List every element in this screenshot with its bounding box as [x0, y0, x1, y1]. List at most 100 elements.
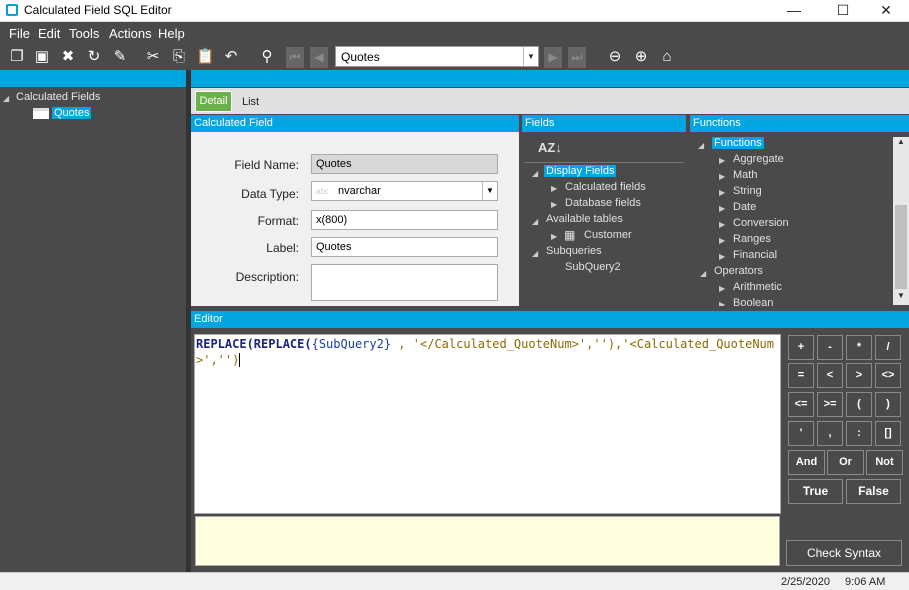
key-close-paren[interactable]: ) [875, 392, 901, 417]
key-less-equal[interactable]: <= [788, 392, 814, 417]
last-record-icon[interactable]: ⏭ [568, 47, 586, 68]
key-open-paren[interactable]: ( [846, 392, 872, 417]
collapse-arrow-icon[interactable]: ▶ [719, 204, 725, 213]
tree-operators[interactable]: Operators [714, 265, 763, 277]
key-brackets[interactable]: [] [875, 421, 901, 446]
menu-file[interactable]: File [9, 26, 30, 41]
clear-icon[interactable]: ✎ [111, 48, 129, 66]
collapse-arrow-icon[interactable]: ▶ [719, 236, 725, 245]
delete-icon[interactable]: ✖ [59, 48, 77, 66]
key-colon[interactable]: : [846, 421, 872, 446]
tree-item-quotes[interactable]: Quotes [52, 107, 92, 119]
tree-math[interactable]: Math [733, 169, 757, 181]
scroll-down-icon[interactable]: ▼ [897, 291, 905, 300]
forward-icon[interactable]: ⊕ [632, 48, 650, 66]
menu-help[interactable]: Help [158, 26, 185, 41]
tree-date[interactable]: Date [733, 201, 756, 213]
tree-financial[interactable]: Financial [733, 249, 777, 261]
paste-icon[interactable]: 📋 [196, 48, 215, 66]
back-icon[interactable]: ⊖ [606, 48, 624, 66]
collapse-arrow-icon[interactable]: ▶ [719, 172, 725, 181]
tree-conversion[interactable]: Conversion [733, 217, 789, 229]
collapse-arrow-icon[interactable]: ▶ [719, 300, 725, 306]
tree-customer[interactable]: Customer [584, 229, 632, 241]
key-plus[interactable]: + [788, 335, 814, 360]
expand-arrow-icon[interactable]: ◢ [532, 169, 538, 178]
key-not-equal[interactable]: <> [875, 363, 901, 388]
collapse-arrow-icon[interactable]: ▶ [551, 232, 557, 241]
expand-arrow-icon[interactable]: ◢ [532, 217, 538, 226]
tab-detail[interactable]: Detail [195, 91, 232, 112]
collapse-arrow-icon[interactable]: ▶ [551, 184, 557, 193]
find-icon[interactable]: ⚲ [258, 48, 276, 66]
undo-icon[interactable]: ↶ [222, 48, 240, 66]
refresh-icon[interactable]: ↻ [85, 48, 103, 66]
key-or[interactable]: Or [827, 450, 864, 475]
key-false[interactable]: False [846, 479, 901, 504]
tree-boolean[interactable]: Boolean [733, 297, 773, 306]
tree-root-calculated-fields[interactable]: Calculated Fields [16, 91, 100, 103]
tree-functions-root[interactable]: Functions [712, 137, 764, 149]
expand-arrow-icon[interactable]: ◢ [698, 141, 704, 150]
tree-display-fields[interactable]: Display Fields [544, 165, 617, 177]
maximize-button[interactable]: ☐ [820, 0, 866, 22]
cut-icon[interactable]: ✂ [144, 48, 162, 66]
label-input[interactable]: Quotes [311, 237, 498, 257]
scroll-thumb[interactable] [895, 205, 907, 289]
sort-az-icon[interactable]: AZ↓ [538, 140, 562, 155]
close-window-button[interactable]: ✕ [863, 0, 909, 22]
check-syntax-button[interactable]: Check Syntax [786, 540, 902, 566]
save-icon[interactable]: ▣ [33, 48, 51, 66]
collapse-arrow-icon[interactable]: ▶ [719, 284, 725, 293]
key-greater[interactable]: > [846, 363, 872, 388]
key-greater-equal[interactable]: >= [817, 392, 843, 417]
chevron-down-icon[interactable]: ▼ [523, 47, 538, 66]
scroll-up-icon[interactable]: ▲ [897, 137, 905, 146]
key-divide[interactable]: / [875, 335, 901, 360]
data-type-select[interactable]: abc nvarchar ▼ [311, 181, 498, 201]
collapse-arrow-icon[interactable]: ▶ [719, 220, 725, 229]
prev-record-icon[interactable]: ◀ [310, 47, 328, 68]
minimize-button[interactable]: — [771, 0, 817, 22]
tab-list[interactable]: List [242, 96, 259, 108]
key-quote[interactable]: ' [788, 421, 814, 446]
tree-database-fields[interactable]: Database fields [565, 197, 641, 209]
tree-available-tables[interactable]: Available tables [546, 213, 623, 225]
menu-actions[interactable]: Actions [109, 26, 152, 41]
key-multiply[interactable]: * [846, 335, 872, 360]
next-record-icon[interactable]: ▶ [544, 47, 562, 68]
key-comma[interactable]: , [817, 421, 843, 446]
key-true[interactable]: True [788, 479, 843, 504]
format-input[interactable]: x(800) [311, 210, 498, 230]
menu-tools[interactable]: Tools [69, 26, 99, 41]
new-icon[interactable]: ❐ [8, 48, 26, 66]
first-record-icon[interactable]: ⏮ [286, 47, 304, 68]
tree-ranges[interactable]: Ranges [733, 233, 771, 245]
key-minus[interactable]: - [817, 335, 843, 360]
tree-aggregate[interactable]: Aggregate [733, 153, 784, 165]
home-icon[interactable]: ⌂ [658, 48, 676, 66]
copy-icon[interactable]: ⎘ [170, 48, 188, 66]
key-not[interactable]: Not [866, 450, 903, 475]
expand-arrow-icon[interactable]: ◢ [3, 94, 9, 103]
chevron-down-icon[interactable]: ▼ [482, 182, 497, 200]
key-and[interactable]: And [788, 450, 825, 475]
key-less[interactable]: < [817, 363, 843, 388]
menu-edit[interactable]: Edit [38, 26, 60, 41]
tree-calculated-fields[interactable]: Calculated fields [565, 181, 646, 193]
sql-editor[interactable]: REPLACE(REPLACE({SubQuery2} , '</Calcula… [194, 334, 781, 514]
collapse-arrow-icon[interactable]: ▶ [719, 188, 725, 197]
tree-string[interactable]: String [733, 185, 762, 197]
expand-arrow-icon[interactable]: ◢ [532, 249, 538, 258]
tree-subqueries[interactable]: Subqueries [546, 245, 602, 257]
key-equals[interactable]: = [788, 363, 814, 388]
collapse-arrow-icon[interactable]: ▶ [719, 252, 725, 261]
description-input[interactable] [311, 264, 498, 301]
collapse-arrow-icon[interactable]: ▶ [551, 200, 557, 209]
expand-arrow-icon[interactable]: ◢ [700, 269, 706, 278]
record-select[interactable]: Quotes ▼ [335, 46, 539, 67]
functions-scrollbar[interactable]: ▲ ▼ [893, 137, 909, 305]
tree-subquery2[interactable]: SubQuery2 [565, 261, 621, 273]
collapse-arrow-icon[interactable]: ▶ [719, 156, 725, 165]
field-name-input[interactable]: Quotes [311, 154, 498, 174]
